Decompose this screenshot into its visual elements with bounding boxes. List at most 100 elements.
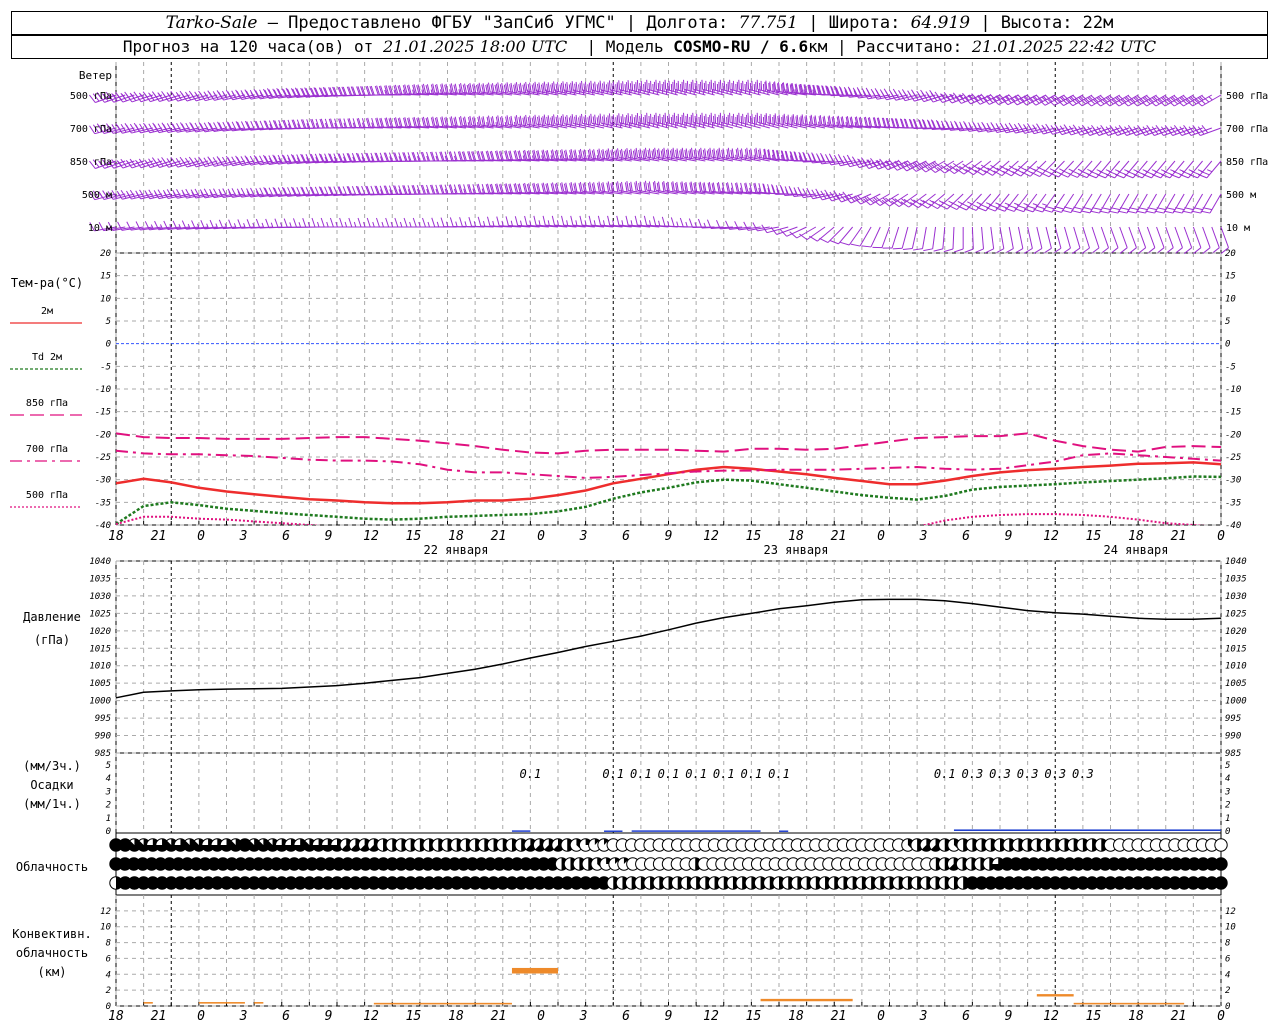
wind-barb-flag xyxy=(255,218,261,229)
wind-barb-half xyxy=(483,221,486,227)
wind-barb-flag xyxy=(611,116,614,126)
wind-barb-flag xyxy=(1154,210,1165,214)
wind-barb-staff xyxy=(1191,193,1204,214)
x-tick-label-lower: 15 xyxy=(746,1009,762,1024)
wind-barb-staff xyxy=(1073,226,1081,249)
x-tick-label-upper: 18 xyxy=(448,529,464,544)
wind-barb-flag xyxy=(588,115,591,126)
x-tick-label-upper: 12 xyxy=(363,529,379,544)
wind-barb-flag xyxy=(668,80,671,91)
wind-barb-staff xyxy=(911,226,918,249)
wind-barb-flag xyxy=(769,114,772,124)
wind-barb-flag xyxy=(689,116,691,127)
wind-barb-flag xyxy=(729,112,731,123)
wind-level-label-left: 500 м xyxy=(82,190,112,201)
wind-barb-flag xyxy=(718,81,720,92)
wind-barb-half xyxy=(602,220,606,226)
wind-barb-flag xyxy=(681,81,684,92)
wind-barb-flag xyxy=(670,217,675,227)
wind-barb-flag xyxy=(547,115,551,125)
wind-barb-flag xyxy=(696,113,698,124)
precip-3h-label: 0.1 xyxy=(520,767,542,781)
wind-barb-flag xyxy=(726,83,728,94)
wind-barb-flag xyxy=(751,113,753,124)
wind-barb-flag xyxy=(964,248,974,253)
wind-barb-flag xyxy=(650,80,652,91)
precip-ytick-right: 0 xyxy=(1225,827,1230,837)
wind-barb-flag xyxy=(635,82,638,92)
wind-barb-flag xyxy=(1136,210,1146,214)
x-tick-label-lower: 21 xyxy=(151,1009,167,1024)
wind-barb-flag xyxy=(745,114,748,125)
wind-barb-flag xyxy=(685,148,689,158)
x-tick-label-upper: 9 xyxy=(665,529,673,544)
x-tick-label-lower: 6 xyxy=(622,1009,630,1024)
x-tick-label-upper: 0 xyxy=(877,529,885,544)
x-tick-label-lower: 21 xyxy=(831,1009,847,1024)
cloud-fill xyxy=(1214,857,1228,871)
wind-barb-flag xyxy=(677,80,680,91)
wind-barb-flag xyxy=(749,115,752,126)
temp-ytick-right: 0 xyxy=(1225,340,1230,350)
wind-barb-flag xyxy=(631,81,634,91)
x-tick-label-upper: 15 xyxy=(1086,529,1102,544)
temp-legend-label: 850 гПа xyxy=(26,398,68,409)
x-tick-label-upper: 21 xyxy=(831,529,847,544)
wind-barb-flag xyxy=(636,112,639,123)
wind-level-label-right: 10 м xyxy=(1226,223,1250,234)
wind-barb-half xyxy=(372,221,375,228)
wind-barb-half xyxy=(520,220,523,226)
wind-barb-flag xyxy=(811,189,818,199)
wind-barb-flag xyxy=(690,81,693,92)
wind-barb-flag xyxy=(618,80,621,90)
wind-barb-half xyxy=(762,154,765,161)
wind-level-label-right: 700 гПа xyxy=(1226,124,1268,135)
wind-barb-flag xyxy=(648,181,652,191)
wind-barb-flag xyxy=(680,116,682,127)
wind-barb-flag xyxy=(716,83,719,94)
wind-barb-staff xyxy=(1183,226,1193,248)
wind-barb-half xyxy=(344,221,348,228)
wind-barb-flag xyxy=(1099,210,1109,214)
wind-barb-flag xyxy=(635,180,639,191)
wind-barb-flag xyxy=(1073,206,1083,210)
wind-barb-flag xyxy=(713,115,715,126)
precip-ytick-right: 1 xyxy=(1225,814,1230,824)
wind-barb-flag xyxy=(1042,209,1053,213)
wind-barb-flag xyxy=(662,149,665,159)
wind-barb-flag xyxy=(716,116,719,127)
wind-level-label-right: 850 гПа xyxy=(1226,157,1268,168)
wind-barb-half xyxy=(501,220,504,227)
wind-barb-staff xyxy=(870,226,881,248)
wind-barb-flag xyxy=(672,114,674,125)
wind-barb-staff xyxy=(942,226,946,249)
wind-barb-flag xyxy=(670,83,673,94)
wind-barb-flag xyxy=(533,83,536,93)
wind-barb-staff xyxy=(1206,160,1222,179)
temp-ytick-left: -35 xyxy=(95,498,111,508)
wind-barb-flag xyxy=(246,219,252,229)
wind-barb-flag xyxy=(575,114,578,125)
wind-barb-flag xyxy=(759,148,762,158)
wind-barb-flag xyxy=(787,114,790,125)
wind-barb-flag xyxy=(736,81,739,92)
wind-barb-flag xyxy=(644,81,647,92)
pressure-ytick-right: 1030 xyxy=(1225,592,1247,602)
wind-barb-flag xyxy=(755,81,757,92)
wind-barb-flag xyxy=(692,112,694,123)
wind-barb-flag xyxy=(984,248,994,254)
wind-barb-flag xyxy=(824,189,831,199)
wind-barb-half xyxy=(317,221,320,228)
wind-barb-flag xyxy=(505,216,509,226)
wind-barb-flag xyxy=(1014,208,1024,213)
wind-barb-flag xyxy=(853,159,860,168)
wind-barb-staff xyxy=(1051,193,1065,213)
wind-barb-half xyxy=(1208,96,1213,101)
precip-ytick-left: 5 xyxy=(106,761,111,771)
wind-barb-staff xyxy=(786,226,807,237)
x-tick-label-upper: 9 xyxy=(325,529,333,544)
wind-barb-half xyxy=(492,220,495,227)
wind-barb-flag xyxy=(1145,210,1155,214)
wind-barb-staff xyxy=(1163,193,1176,214)
pressure-unit: (гПа) xyxy=(34,633,70,647)
